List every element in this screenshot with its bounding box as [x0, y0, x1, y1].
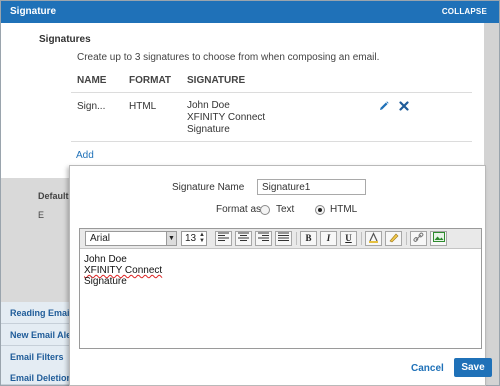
add-signature-link[interactable]: Add [76, 150, 94, 161]
background-label: E [38, 210, 45, 220]
signature-format-cell: HTML [129, 101, 157, 112]
signature-name-label: Signature Name [172, 182, 245, 193]
signature-content-line: XFINITY Connect [84, 265, 163, 276]
stepper-arrows-icon[interactable]: ▲ ▼ [199, 232, 205, 244]
font-family-select[interactable]: Arial ▼ [85, 231, 177, 246]
toolbar-divider [296, 232, 297, 245]
column-header-format: FORMAT [129, 75, 172, 86]
image-icon[interactable] [430, 231, 447, 246]
table-divider [71, 141, 472, 142]
toolbar-divider [406, 232, 407, 245]
signature-line: XFINITY Connect [187, 112, 266, 123]
font-size-value: 13 [185, 233, 197, 244]
panel-title: Signature [10, 6, 57, 17]
signatures-section: Signatures Create up to 3 signatures to … [1, 23, 484, 178]
text-color-icon[interactable] [365, 231, 382, 246]
panel-header: Signature COLLAPSE [1, 1, 499, 23]
format-text-radio[interactable] [260, 205, 270, 215]
italic-icon[interactable]: I [320, 231, 337, 246]
align-right-icon[interactable] [255, 231, 272, 246]
signature-editor-dialog: Signature Name Format as Text HTML Arial… [69, 165, 492, 386]
signature-preview-cell: John Doe XFINITY Connect Signature [187, 100, 265, 136]
section-title: Signatures [39, 34, 91, 45]
format-label: Format as [216, 204, 262, 215]
align-left-icon[interactable] [215, 231, 232, 246]
signature-content-area[interactable]: John Doe XFINITY Connect Signature [84, 254, 162, 287]
justify-icon[interactable] [275, 231, 292, 246]
signature-content-line: John Doe [84, 254, 127, 265]
underline-icon[interactable]: U [340, 231, 357, 246]
column-header-signature: SIGNATURE [187, 75, 246, 86]
format-html-label[interactable]: HTML [330, 204, 357, 215]
pencil-icon[interactable] [379, 101, 389, 111]
highlight-icon[interactable] [385, 231, 402, 246]
column-header-name: NAME [77, 75, 107, 86]
nav-item-reading-email[interactable]: Reading Email [1, 302, 71, 324]
format-text-label[interactable]: Text [276, 204, 294, 215]
table-divider [71, 92, 472, 93]
format-html-radio[interactable] [315, 205, 325, 215]
bold-icon[interactable]: B [300, 231, 317, 246]
editor-toolbar: Arial ▼ 13 ▲ ▼ B I U [80, 229, 481, 249]
align-center-icon[interactable] [235, 231, 252, 246]
scrollbar-track[interactable] [484, 23, 499, 385]
signature-content-line: Signature [84, 276, 127, 287]
section-description: Create up to 3 signatures to choose from… [77, 52, 380, 63]
nav-item-email-deletion[interactable]: Email Deletion S [1, 367, 71, 385]
signature-name-cell[interactable]: Sign... [77, 101, 105, 112]
font-size-stepper[interactable]: 13 ▲ ▼ [181, 231, 207, 246]
delete-icon[interactable] [399, 101, 409, 111]
save-button[interactable]: Save [454, 358, 492, 377]
signature-name-input[interactable] [257, 179, 366, 195]
nav-item-new-email-alert[interactable]: New Email Alert [1, 324, 71, 346]
cancel-button[interactable]: Cancel [411, 363, 444, 374]
toolbar-divider [361, 232, 362, 245]
collapse-button[interactable]: COLLAPSE [442, 7, 487, 16]
chevron-down-icon[interactable]: ▼ [166, 232, 176, 245]
rich-text-editor: Arial ▼ 13 ▲ ▼ B I U John Doe XFINITY Co… [79, 228, 482, 349]
signature-line: John Doe [187, 100, 230, 111]
nav-item-email-filters[interactable]: Email Filters [1, 346, 71, 368]
font-family-value: Arial [90, 233, 111, 244]
signature-line: Signature [187, 124, 230, 135]
link-icon[interactable] [410, 231, 427, 246]
